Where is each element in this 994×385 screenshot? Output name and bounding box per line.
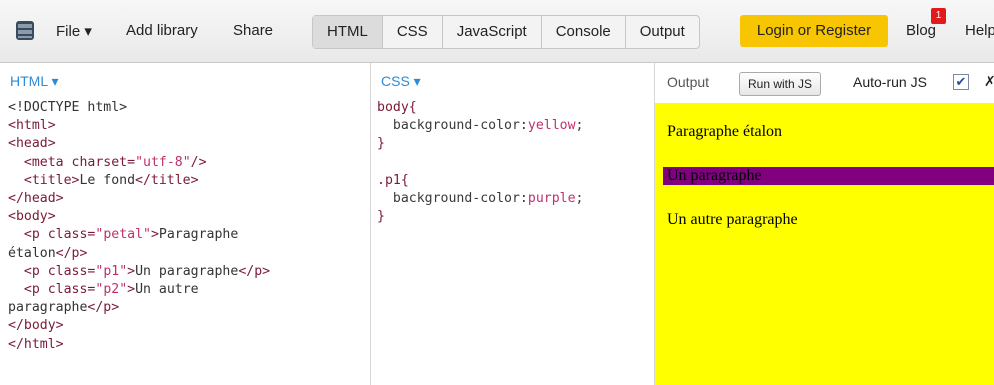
notification-badge: 1 [931, 8, 946, 24]
css-pane-title[interactable]: CSS ▾ [371, 63, 654, 99]
close-icon[interactable]: ✗ [984, 73, 994, 90]
paragraph-p1: Un paragraphe [663, 167, 994, 185]
help-link[interactable]: Help [965, 22, 994, 39]
blog-link[interactable]: Blog [906, 22, 936, 39]
html-code-editor[interactable]: <!DOCTYPE html> <html> <head> <meta char… [0, 99, 370, 354]
app-logo-icon [16, 21, 34, 40]
tab-console[interactable]: Console [542, 16, 626, 48]
tab-javascript[interactable]: JavaScript [443, 16, 542, 48]
panel-tabs: HTML CSS JavaScript Console Output [312, 15, 700, 49]
share-button[interactable]: Share [233, 22, 273, 39]
paragraph-etalon: Paragraphe étalon [667, 123, 783, 140]
output-preview: Paragraphe étalon Un paragraphe Un autre… [655, 103, 994, 385]
autorun-js-label: Auto-run JS [853, 74, 927, 90]
paragraph-p1-text: Un paragraphe [667, 167, 762, 184]
file-menu[interactable]: File ▾ [56, 22, 92, 40]
output-toolbar: Output Run with JS Auto-run JS ✔ ✗ [655, 63, 994, 103]
top-toolbar: File ▾ Add library Share HTML CSS JavaSc… [0, 0, 994, 63]
tab-html[interactable]: HTML [313, 16, 383, 48]
paragraph-p2: Un autre paragraphe [667, 211, 798, 228]
autorun-js-checkbox[interactable]: ✔ [953, 74, 969, 90]
css-pane: CSS ▾ body{ background-color:yellow; } .… [371, 63, 655, 385]
html-pane-title[interactable]: HTML ▾ [0, 63, 370, 99]
css-code-editor[interactable]: body{ background-color:yellow; } .p1{ ba… [371, 99, 654, 226]
run-with-js-button[interactable]: Run with JS [739, 72, 822, 96]
output-pane: Output Run with JS Auto-run JS ✔ ✗ Parag… [655, 63, 994, 385]
output-label: Output [667, 74, 710, 90]
tab-output[interactable]: Output [626, 16, 699, 48]
tab-css[interactable]: CSS [383, 16, 443, 48]
add-library-button[interactable]: Add library [126, 22, 198, 39]
login-register-button[interactable]: Login or Register [740, 15, 888, 47]
html-pane: HTML ▾ <!DOCTYPE html> <html> <head> <me… [0, 63, 371, 385]
